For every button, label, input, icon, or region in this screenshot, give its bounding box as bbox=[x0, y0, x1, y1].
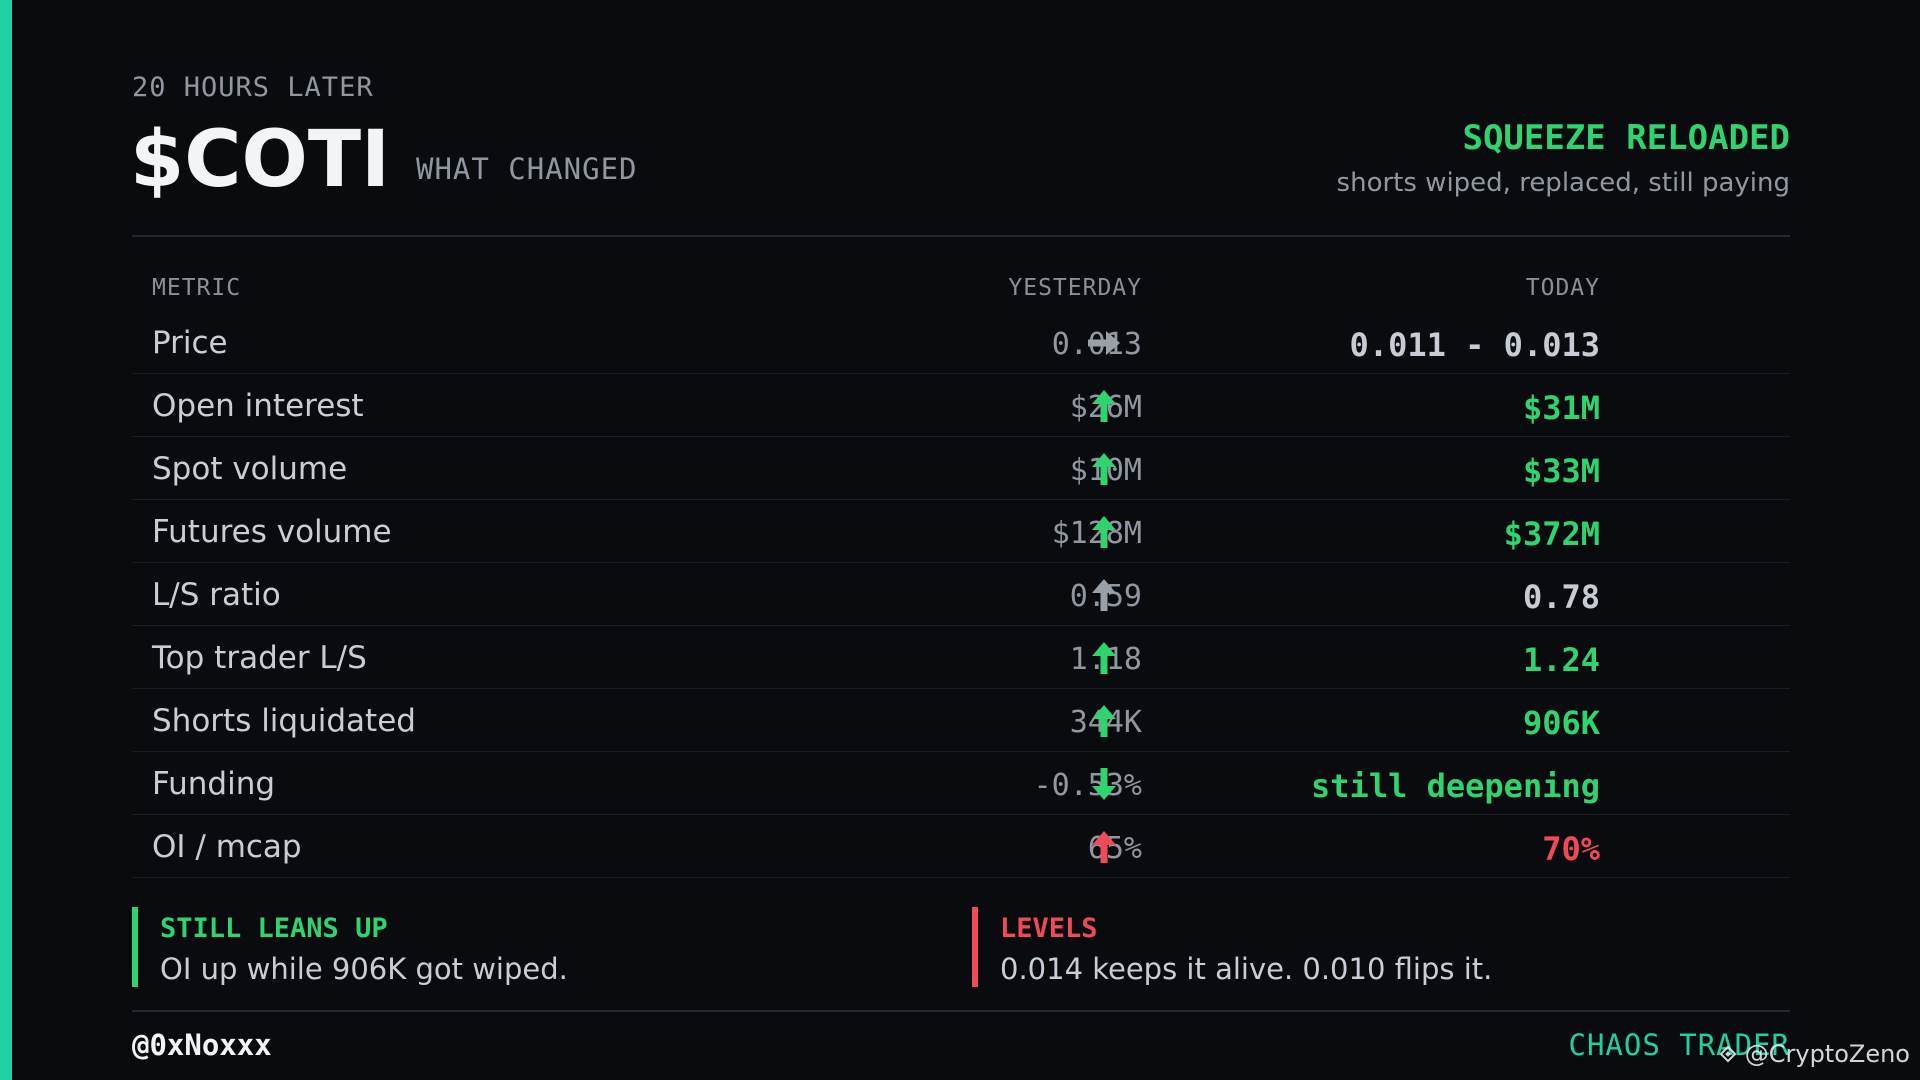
tagline: shorts wiped, replaced, still paying bbox=[1336, 168, 1790, 198]
callout-title: LEVELS bbox=[1000, 913, 1098, 944]
table-body: Price0.0130.011 - 0.013Open interest$26M… bbox=[132, 311, 1790, 878]
binance-diamond-icon bbox=[1719, 1045, 1737, 1063]
headline: SQUEEZE RELOADED bbox=[1462, 118, 1790, 158]
table-row: Top trader L/S1.181.24 bbox=[132, 626, 1790, 689]
arrow-up-icon bbox=[1084, 512, 1124, 552]
table-row: Open interest$26M$31M bbox=[132, 374, 1790, 437]
metrics-table: METRIC YESTERDAY TODAY Price0.0130.011 -… bbox=[132, 265, 1790, 878]
today-value: $31M bbox=[1522, 389, 1600, 427]
table-row: Funding -0.53% still deepening bbox=[132, 752, 1790, 815]
header-today: TODAY bbox=[1525, 275, 1600, 301]
today-value: still deepening bbox=[1311, 767, 1600, 805]
today-value: 906K bbox=[1522, 704, 1600, 742]
header-metric: METRIC bbox=[152, 275, 242, 301]
today-value: $372M bbox=[1503, 515, 1600, 553]
arrow-up-icon bbox=[1084, 827, 1124, 867]
metric-label: L/S ratio bbox=[152, 577, 281, 613]
metric-label: Top trader L/S bbox=[152, 640, 367, 676]
header-yesterday: YESTERDAY bbox=[1008, 275, 1142, 301]
table-header: METRIC YESTERDAY TODAY bbox=[132, 265, 1790, 311]
today-value: $33M bbox=[1522, 452, 1600, 490]
arrow-down-icon bbox=[1084, 764, 1124, 804]
header-divider bbox=[132, 235, 1790, 237]
author-handle: @0xNoxxx bbox=[132, 1028, 272, 1062]
table-row: Price0.0130.011 - 0.013 bbox=[132, 311, 1790, 374]
today-value: 1.24 bbox=[1522, 641, 1600, 679]
footer-divider bbox=[132, 1010, 1790, 1012]
table-row: L/S ratio0.590.78 bbox=[132, 563, 1790, 626]
subtitle: WHAT CHANGED bbox=[416, 152, 638, 186]
table-row: Shorts liquidated344K906K bbox=[132, 689, 1790, 752]
callout-body: OI up while 906K got wiped. bbox=[160, 952, 568, 986]
accent-bar bbox=[0, 0, 12, 1080]
today-value: 70% bbox=[1542, 830, 1600, 868]
table-row: Futures volume $128M $372M bbox=[132, 500, 1790, 563]
metric-label: OI / mcap bbox=[152, 829, 302, 865]
callout-title: STILL LEANS UP bbox=[160, 913, 388, 944]
table-row: OI / mcap 65% 70% bbox=[132, 815, 1790, 878]
arrow-up-icon bbox=[1084, 449, 1124, 489]
arrow-up-icon bbox=[1084, 386, 1124, 426]
metric-label: Shorts liquidated bbox=[152, 703, 416, 739]
callout-body: 0.014 keeps it alive. 0.010 flips it. bbox=[1000, 952, 1493, 986]
watermark-text: @CryptoZeno bbox=[1744, 1040, 1910, 1068]
table-row: Spot volume$10M$33M bbox=[132, 437, 1790, 500]
callout-bar bbox=[132, 907, 138, 987]
ticker-title: $COTI bbox=[130, 115, 391, 205]
today-value: 0.011 - 0.013 bbox=[1349, 326, 1600, 364]
metric-label: Open interest bbox=[152, 388, 364, 424]
today-value: 0.78 bbox=[1522, 578, 1600, 616]
watermark: @CryptoZeno bbox=[1715, 1040, 1910, 1068]
callout-levels: LEVELS 0.014 keeps it alive. 0.010 flips… bbox=[972, 907, 1800, 987]
metric-label: Futures volume bbox=[152, 514, 392, 550]
metric-label: Spot volume bbox=[152, 451, 348, 487]
arrow-right-icon bbox=[1084, 323, 1124, 363]
metric-label: Funding bbox=[152, 766, 276, 802]
metric-label: Price bbox=[152, 325, 228, 361]
arrow-up-icon bbox=[1084, 638, 1124, 678]
arrow-up-icon bbox=[1084, 701, 1124, 741]
callout-bar bbox=[972, 907, 978, 987]
callout-leans-up: STILL LEANS UP OI up while 906K got wipe… bbox=[132, 907, 920, 987]
arrow-up-icon bbox=[1084, 575, 1124, 615]
kicker: 20 HOURS LATER bbox=[132, 72, 374, 103]
